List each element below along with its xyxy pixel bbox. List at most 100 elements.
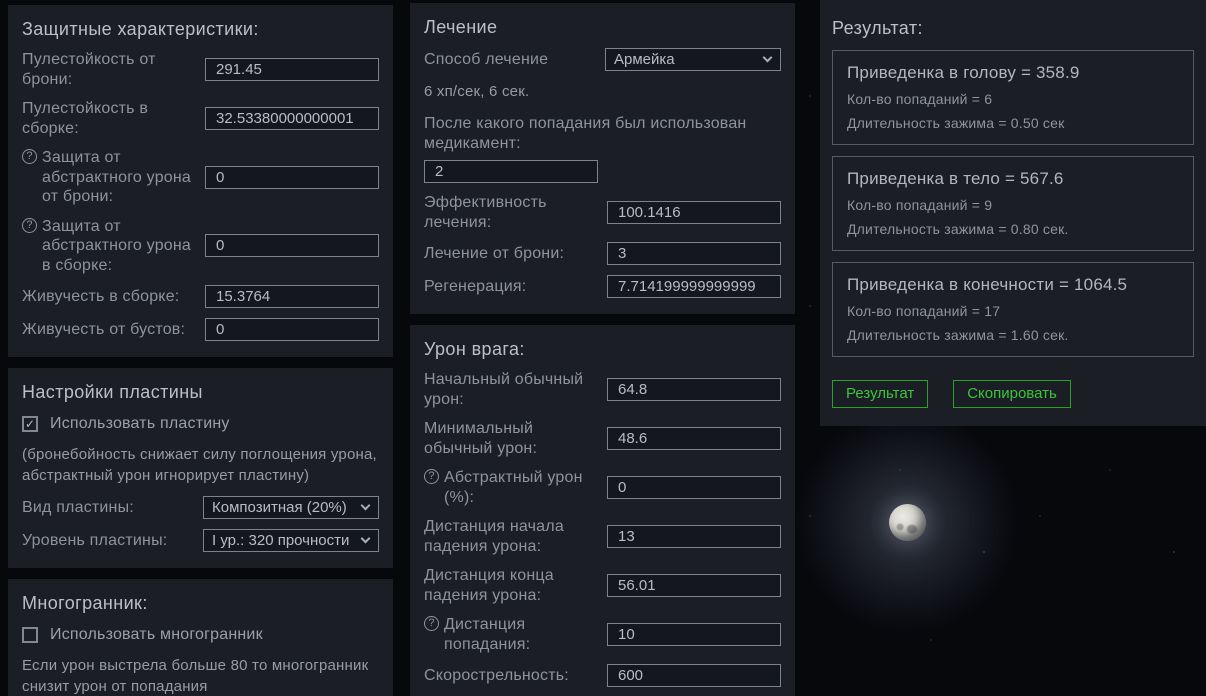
help-icon[interactable]: ? bbox=[424, 469, 439, 484]
falloff-end-input[interactable] bbox=[607, 574, 781, 597]
bullet-resist-build-label: Пулестойкость в сборке: bbox=[22, 99, 197, 138]
after-hit-row bbox=[424, 160, 781, 183]
result-body-hits: Кол-во попаданий = 9 bbox=[847, 197, 1179, 213]
plate-level-select[interactable]: I ур.: 320 прочности bbox=[203, 529, 379, 552]
result-head-main: Приведенка в голову = 358.9 bbox=[847, 63, 1179, 83]
bullet-resist-armor-input[interactable] bbox=[205, 58, 379, 81]
result-card-head: Приведенка в голову = 358.9 Кол-во попад… bbox=[832, 50, 1194, 145]
vitality-boosts-label: Живучесть от бустов: bbox=[22, 320, 185, 340]
right-column: Результат: Приведенка в голову = 358.9 К… bbox=[820, 0, 1206, 437]
plate-title: Настройки пластины bbox=[22, 382, 379, 403]
abstract-damage-label: Абстрактный урон (%): bbox=[444, 468, 599, 507]
chevron-down-icon bbox=[361, 534, 371, 544]
falloff-start-row: Дистанция начала падения урона: bbox=[424, 517, 781, 556]
middle-column: Лечение Способ лечение Армейка 6 хп/сек,… bbox=[410, 3, 795, 696]
bullet-resist-build-input[interactable] bbox=[205, 107, 379, 130]
use-polyhedron-label: Использовать многогранник bbox=[50, 626, 263, 644]
panel-healing: Лечение Способ лечение Армейка 6 хп/сек,… bbox=[410, 3, 795, 314]
result-head-hits: Кол-во попаданий = 6 bbox=[847, 91, 1179, 107]
result-limbs-duration: Длительность зажима = 1.60 сек. bbox=[847, 327, 1179, 343]
hit-distance-row: ? Дистанция попадания: bbox=[424, 615, 781, 654]
vitality-build-label: Живучесть в сборке: bbox=[22, 287, 179, 307]
healing-armor-input[interactable] bbox=[607, 242, 781, 265]
initial-damage-label: Начальный обычный урон: bbox=[424, 370, 599, 409]
panel-polyhedron: Многогранник: Использовать многогранник … bbox=[8, 579, 393, 696]
abstract-protect-build-input[interactable] bbox=[205, 234, 379, 257]
healing-method-value: Армейка bbox=[614, 51, 675, 68]
panel-defense: Защитные характеристики: Пулестойкость о… bbox=[8, 5, 393, 357]
polyhedron-title: Многогранник: bbox=[22, 593, 379, 614]
panel-results: Результат: Приведенка в голову = 358.9 К… bbox=[820, 0, 1206, 426]
polyhedron-note: Если урон выстрела больше 80 то многогра… bbox=[22, 655, 379, 696]
min-damage-row: Минимальный обычный урон: bbox=[424, 419, 781, 458]
falloff-end-label: Дистанция конца падения урона: bbox=[424, 566, 599, 605]
defense-row: Живучесть в сборке: bbox=[22, 285, 379, 308]
defense-row: Пулестойкость в сборке: bbox=[22, 99, 379, 138]
healing-method-row: Способ лечение Армейка bbox=[424, 48, 781, 71]
bullet-resist-armor-label: Пулестойкость от брони: bbox=[22, 50, 197, 89]
left-column: Защитные характеристики: Пулестойкость о… bbox=[8, 5, 393, 696]
plate-level-value: I ур.: 320 прочности bbox=[212, 532, 349, 549]
min-damage-input[interactable] bbox=[607, 427, 781, 450]
use-plate-checkbox[interactable]: ✓ bbox=[22, 416, 38, 432]
falloff-start-label: Дистанция начала падения урона: bbox=[424, 517, 599, 556]
result-limbs-main: Приведенка в конечности = 1064.5 bbox=[847, 275, 1179, 295]
result-card-body: Приведенка в тело = 567.6 Кол-во попадан… bbox=[832, 156, 1194, 251]
defense-row: ? Защита от абстрактного урона от брони: bbox=[22, 148, 379, 207]
after-hit-label: После какого попадания был использован м… bbox=[424, 114, 781, 154]
healing-eff-row: Эффективность лечения: bbox=[424, 193, 781, 232]
defense-row: ? Защита от абстрактного урона в сборке: bbox=[22, 217, 379, 276]
abstract-protect-armor-input[interactable] bbox=[205, 166, 379, 189]
plate-kind-label: Вид пластины: bbox=[22, 498, 134, 518]
result-card-limbs: Приведенка в конечности = 1064.5 Кол-во … bbox=[832, 262, 1194, 357]
fire-rate-row: Скорострельность: bbox=[424, 664, 781, 687]
help-icon[interactable]: ? bbox=[22, 149, 37, 164]
chevron-down-icon bbox=[361, 501, 371, 511]
result-limbs-hits: Кол-во попаданий = 17 bbox=[847, 303, 1179, 319]
result-body-duration: Длительность зажима = 0.80 сек. bbox=[847, 221, 1179, 237]
vitality-boosts-input[interactable] bbox=[205, 318, 379, 341]
defense-title: Защитные характеристики: bbox=[22, 19, 379, 40]
panel-enemy-damage: Урон врага: Начальный обычный урон: Мини… bbox=[410, 325, 795, 696]
healing-method-info: 6 хп/сек, 6 сек. bbox=[424, 83, 781, 100]
use-polyhedron-row: Использовать многогранник bbox=[22, 626, 379, 644]
plate-kind-value: Композитная (20%) bbox=[212, 499, 347, 516]
initial-damage-input[interactable] bbox=[607, 378, 781, 401]
abstract-damage-input[interactable] bbox=[607, 476, 781, 499]
falloff-start-input[interactable] bbox=[607, 525, 781, 548]
fire-rate-label: Скорострельность: bbox=[424, 666, 569, 686]
results-buttons: Результат Скопировать bbox=[832, 380, 1194, 408]
hit-distance-input[interactable] bbox=[607, 623, 781, 646]
after-hit-input[interactable] bbox=[424, 160, 598, 183]
regen-input[interactable] bbox=[607, 275, 781, 298]
falloff-end-row: Дистанция конца падения урона: bbox=[424, 566, 781, 605]
healing-title: Лечение bbox=[424, 17, 781, 38]
healing-armor-label: Лечение от брони: bbox=[424, 244, 564, 264]
abstract-protect-armor-label: Защита от абстрактного урона от брони: bbox=[42, 148, 197, 207]
result-button[interactable]: Результат bbox=[832, 380, 928, 408]
plate-kind-select[interactable]: Композитная (20%) bbox=[203, 496, 379, 519]
healing-eff-input[interactable] bbox=[607, 201, 781, 224]
use-plate-label: Использовать пластину bbox=[50, 415, 230, 433]
hit-distance-label: Дистанция попадания: bbox=[444, 615, 599, 654]
min-damage-label: Минимальный обычный урон: bbox=[424, 419, 599, 458]
results-title: Результат: bbox=[832, 18, 1194, 39]
regen-row: Регенерация: bbox=[424, 275, 781, 298]
chevron-down-icon bbox=[763, 53, 773, 63]
defense-row: Живучесть от бустов: bbox=[22, 318, 379, 341]
plate-level-row: Уровень пластины: I ур.: 320 прочности bbox=[22, 529, 379, 552]
vitality-build-input[interactable] bbox=[205, 285, 379, 308]
help-icon[interactable]: ? bbox=[22, 218, 37, 233]
healing-method-select[interactable]: Армейка bbox=[605, 48, 781, 71]
plate-kind-row: Вид пластины: Композитная (20%) bbox=[22, 496, 379, 519]
fire-rate-input[interactable] bbox=[607, 664, 781, 687]
plate-note: (бронебойность снижает силу поглощения у… bbox=[22, 444, 379, 486]
copy-button[interactable]: Скопировать bbox=[953, 380, 1071, 408]
help-icon[interactable]: ? bbox=[424, 616, 439, 631]
enemy-damage-title: Урон врага: bbox=[424, 339, 781, 360]
healing-eff-label: Эффективность лечения: bbox=[424, 193, 599, 232]
use-polyhedron-checkbox[interactable] bbox=[22, 627, 38, 643]
healing-armor-row: Лечение от брони: bbox=[424, 242, 781, 265]
abstract-damage-row: ? Абстрактный урон (%): bbox=[424, 468, 781, 507]
regen-label: Регенерация: bbox=[424, 277, 526, 297]
